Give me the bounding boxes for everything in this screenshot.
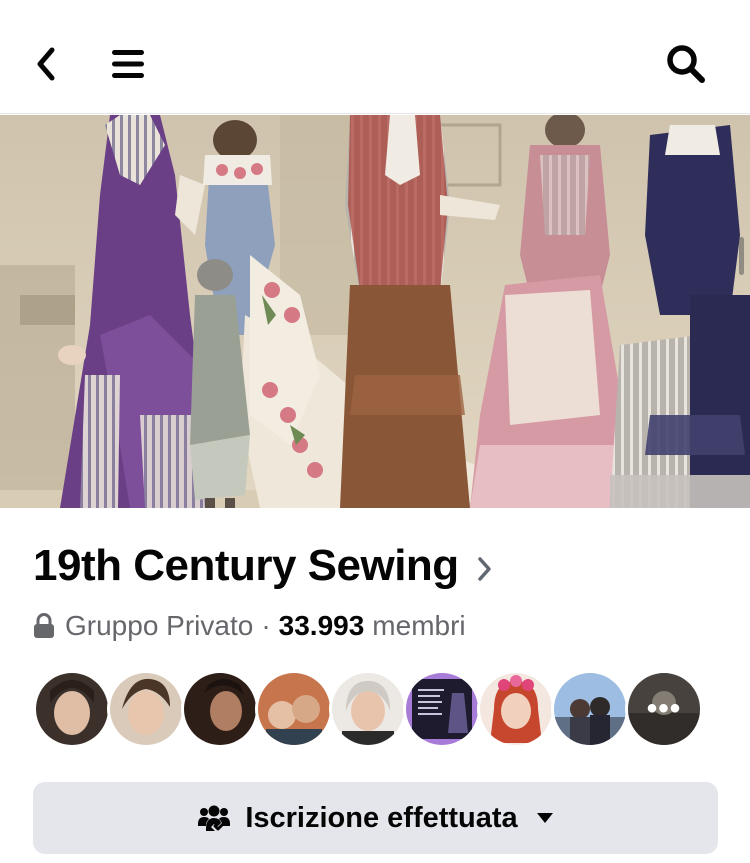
chevron-left-icon [37, 47, 55, 81]
group-title-link[interactable]: 19th Century Sewing [33, 540, 493, 592]
members-check-icon [198, 805, 231, 831]
member-avatar[interactable] [33, 670, 111, 748]
group-privacy-label: Gruppo Privato [65, 610, 254, 641]
caret-down-icon [536, 813, 553, 823]
cover-scrollbar[interactable] [739, 237, 744, 275]
meta-separator: · [261, 610, 271, 641]
membership-status-button[interactable]: Iscrizione effettuata [33, 782, 718, 854]
hamburger-menu-icon [112, 50, 144, 78]
member-avatar[interactable] [181, 670, 259, 748]
more-members-button[interactable]: ••• [625, 670, 703, 748]
chevron-right-icon [477, 557, 491, 581]
member-avatar[interactable] [255, 670, 333, 748]
search-icon [667, 45, 705, 83]
back-button[interactable] [22, 40, 70, 88]
cover-illustration [0, 115, 750, 508]
member-avatar[interactable] [107, 670, 185, 748]
menu-button[interactable] [104, 40, 152, 88]
member-avatar[interactable] [403, 670, 481, 748]
member-label[interactable]: membri [372, 608, 465, 644]
lock-icon [33, 613, 55, 639]
member-avatar[interactable] [551, 670, 629, 748]
member-avatar[interactable] [329, 670, 407, 748]
group-title: 19th Century Sewing [33, 541, 459, 590]
group-cover-photo[interactable] [0, 115, 750, 508]
group-meta: Gruppo Privato · 33.993 membri [33, 608, 466, 644]
member-count[interactable]: 33.993 [279, 608, 365, 644]
membership-status-label: Iscrizione effettuata [245, 801, 518, 834]
top-navigation-bar [0, 0, 750, 114]
member-avatar[interactable] [477, 670, 555, 748]
more-members-label: ••• [646, 692, 682, 725]
search-button[interactable] [662, 40, 710, 88]
